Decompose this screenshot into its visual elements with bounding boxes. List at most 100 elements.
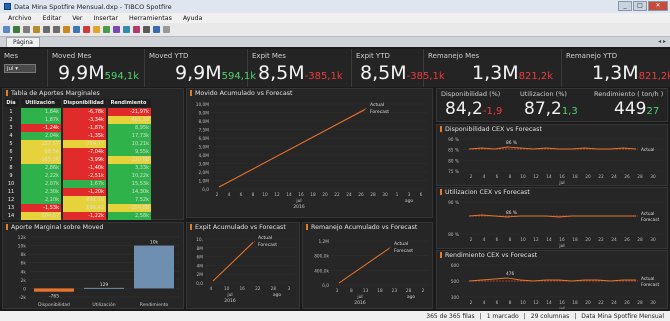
table-cell[interactable]: -1,24k <box>21 124 61 132</box>
expit-chart[interactable]: 10, 8M 6M 4M 2M 0,0 4 10 16 22 28 3 ActualForecast ju… <box>187 233 299 309</box>
map-icon[interactable] <box>123 26 130 33</box>
tab-nav-arrows[interactable]: ◂ ▸ <box>658 38 666 45</box>
table-cell[interactable]: 2,10k <box>21 196 61 204</box>
table-header[interactable]: Rendimiento <box>108 99 151 107</box>
movido-panel: Movido Acumulado vs Forecast 10,0M 9,0M 8,… <box>186 88 433 218</box>
menu-herramientas[interactable]: Herramientas <box>129 15 172 22</box>
table-cell[interactable]: -21,97k <box>108 108 151 116</box>
disp-cex-chart[interactable]: 90 %85 %80 %75 %2 4 6 8 10 12 14 16 18 20 22 24 26 28… <box>437 135 667 186</box>
table-cell[interactable]: 696,42 <box>63 204 106 212</box>
table-cell[interactable]: 10,21k <box>108 140 151 148</box>
table-header[interactable]: Disponibilidad <box>63 99 106 107</box>
table-header[interactable]: Utilización <box>21 99 61 107</box>
table-cell[interactable]: 2,58k <box>108 212 151 220</box>
table-cell[interactable]: -891,70 <box>63 196 106 204</box>
table-cell[interactable]: -754,77 <box>63 140 106 148</box>
table-cell[interactable]: 1,84k <box>21 108 61 116</box>
table-cell[interactable]: 2,86k <box>21 164 61 172</box>
redo-icon[interactable] <box>53 26 60 33</box>
open-icon[interactable] <box>3 26 10 33</box>
kpi-label: Expit YTD <box>356 52 390 60</box>
scatter-icon[interactable] <box>103 26 110 33</box>
y-tick-label: 0,0 <box>196 281 203 287</box>
table-cell[interactable]: 7 <box>5 156 19 164</box>
table-cell[interactable]: 804,07 <box>21 212 61 220</box>
menu-archivo[interactable]: Archivo <box>8 15 32 22</box>
table-cell[interactable]: 4 <box>5 132 19 140</box>
table-cell[interactable]: -7,04k <box>63 148 106 156</box>
table-cell[interactable]: 1,67k <box>63 180 106 188</box>
table-cell[interactable]: 9,55k <box>108 148 151 156</box>
layout-icon[interactable] <box>153 26 160 33</box>
text-area-icon[interactable] <box>143 26 150 33</box>
table-cell[interactable]: 3 <box>5 124 19 132</box>
table-cell[interactable]: -1,40k <box>63 164 106 172</box>
rend-cex-chart[interactable]: 6005003002 4 6 8 10 12 14 16 18 20 22 24 26 28 30476Ac… <box>437 261 667 309</box>
table-cell[interactable]: 481,32 <box>108 116 151 124</box>
print-icon[interactable] <box>23 26 30 33</box>
table-cell[interactable]: -1,87k <box>63 124 106 132</box>
table-cell[interactable]: -3,99k <box>63 156 106 164</box>
table-cell[interactable]: 5 <box>5 140 19 148</box>
table-cell[interactable]: -1,35k <box>63 132 106 140</box>
table-cell[interactable]: -159,88 <box>108 204 151 212</box>
menu-ver[interactable]: Ver <box>72 15 82 22</box>
table-cell[interactable]: 2,04k <box>21 132 61 140</box>
filter-icon[interactable] <box>63 26 70 33</box>
table-cell[interactable]: 10 <box>5 180 19 188</box>
table-cell[interactable]: 2,22k <box>21 172 61 180</box>
table-cell[interactable]: 8 <box>5 164 19 172</box>
table-cell[interactable]: 14 <box>5 212 19 220</box>
movido-chart[interactable]: 10,0M 9,0M 8,0M 7,5M 6,0M 5,0M 4,0M 3,0M 2,0M 1,0… <box>187 99 432 217</box>
close-button[interactable]: ✕ <box>648 1 668 11</box>
table-cell[interactable]: 6 <box>5 148 19 156</box>
table-cell[interactable]: 8,95k <box>108 124 151 132</box>
bar-chart-icon[interactable] <box>83 26 90 33</box>
util-cex-chart[interactable]: 90 %80 %2 4 6 8 10 12 14 16 18 20 22 24 26 28 3086 % Ac… <box>437 198 667 249</box>
table-cell[interactable]: 2,30k <box>21 188 61 196</box>
remanejo-chart[interactable]: 1,2M 800,0k 400,0k 0,0 3 8 13 18 23 28 2 ActualFore… <box>303 233 432 309</box>
table-cell[interactable]: 13 <box>5 204 19 212</box>
copy-icon[interactable] <box>33 26 40 33</box>
aporte-chart[interactable]: 12k 10k 8k 6k 4k 2k 0 -2k -765 Disponibilidad 129 U… <box>3 233 183 309</box>
table-cell[interactable]: 7,52k <box>108 196 151 204</box>
heatmap-icon[interactable] <box>133 26 140 33</box>
month-select[interactable]: jul ▾ <box>4 64 36 73</box>
table-cell[interactable]: -2,51k <box>63 172 106 180</box>
undo-icon[interactable] <box>43 26 50 33</box>
table-cell[interactable]: 14,30k <box>108 188 151 196</box>
table-cell[interactable]: 10,22k <box>108 172 151 180</box>
menu-insertar[interactable]: Insertar <box>94 15 119 22</box>
menu-ayuda[interactable]: Ayuda <box>183 15 202 22</box>
table-cell[interactable]: 12 <box>5 196 19 204</box>
table-cell[interactable]: 68,54 <box>21 148 61 156</box>
maximize-button[interactable]: □ <box>633 1 647 11</box>
table-cell[interactable]: -120,88 <box>108 156 151 164</box>
table-cell[interactable]: -165,36 <box>21 156 61 164</box>
table-cell[interactable]: 9 <box>5 172 19 180</box>
menu-editar[interactable]: Editar <box>43 15 62 22</box>
table-cell[interactable]: 2,07k <box>21 180 61 188</box>
tab-pagina[interactable]: Página <box>6 37 40 47</box>
table-cell[interactable]: 1,87k <box>21 116 61 124</box>
table-cell[interactable]: -1,22k <box>63 212 106 220</box>
table-cell[interactable]: 11 <box>5 188 19 196</box>
save-icon[interactable] <box>13 26 20 33</box>
table-cell[interactable]: -6,78k <box>63 108 106 116</box>
table-cell[interactable]: 17,73k <box>108 132 151 140</box>
table-cell[interactable]: 2 <box>5 116 19 124</box>
table-cell[interactable]: -1,53k <box>21 204 61 212</box>
table-cell[interactable]: 1 <box>5 108 19 116</box>
line-chart-icon[interactable] <box>93 26 100 33</box>
table-cell[interactable]: -1,20k <box>63 188 106 196</box>
table-header[interactable]: Día <box>5 99 19 107</box>
table-icon[interactable] <box>73 26 80 33</box>
table-cell[interactable]: -3,34k <box>63 116 106 124</box>
table-cell[interactable]: 3,33k <box>108 164 151 172</box>
more-tools-icon[interactable] <box>163 26 170 33</box>
pie-chart-icon[interactable] <box>113 26 120 33</box>
table-cell[interactable]: 15,53k <box>108 180 151 188</box>
x-tick-label: 16 <box>298 192 304 198</box>
minimize-button[interactable]: _ <box>618 1 632 11</box>
table-cell[interactable]: 127,57 <box>21 140 61 148</box>
